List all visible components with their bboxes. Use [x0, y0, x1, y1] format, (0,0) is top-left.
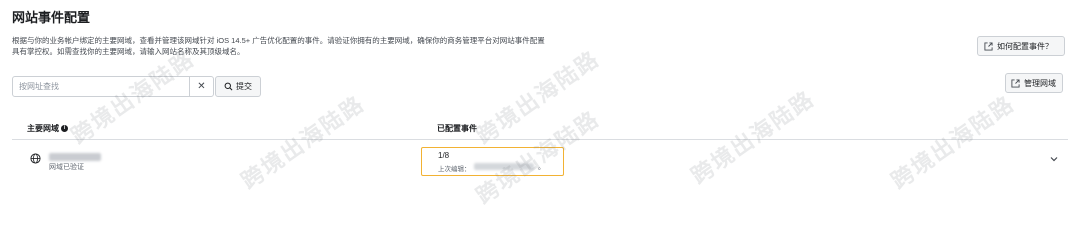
submit-button[interactable]: 提交	[215, 76, 261, 97]
clear-search-button[interactable]: ✕	[189, 77, 213, 96]
manage-domains-button[interactable]: 管理网域	[1005, 73, 1063, 93]
search-icon	[224, 82, 233, 91]
description-line-2: 具有掌控权。如需查找你的主要网域，请输入网站名称及其顶级域名。	[12, 47, 245, 56]
page: 网站事件配置 根据与你的业务帐户绑定的主要网域，查看并管理该网域针对 iOS 1…	[0, 0, 1080, 236]
column-header-domain-label: 主要网域	[27, 124, 59, 133]
close-icon: ✕	[197, 81, 206, 92]
page-description: 根据与你的业务帐户绑定的主要网域，查看并管理该网域针对 iOS 14.5+ 广告…	[12, 35, 612, 57]
column-header-events-label: 已配置事件	[437, 124, 477, 133]
page-title: 网站事件配置	[12, 10, 91, 25]
events-count: 1/8	[438, 151, 450, 160]
domain-name-redacted	[49, 153, 101, 161]
external-link-icon	[984, 41, 993, 51]
column-header-domain: 主要网域 i	[27, 123, 68, 134]
search-box: ✕	[12, 76, 214, 97]
manage-domains-label: 管理网域	[1024, 78, 1056, 88]
external-link-icon	[1011, 78, 1020, 88]
info-icon[interactable]: i	[61, 125, 68, 132]
table-header: 主要网域 i 已配置事件	[12, 116, 1068, 140]
description-line-1: 根据与你的业务帐户绑定的主要网域，查看并管理该网域针对 iOS 14.5+ 广告…	[12, 36, 545, 45]
domain-status: 网域已验证	[49, 164, 84, 171]
last-edit-value-redacted	[474, 163, 534, 170]
chevron-down-icon[interactable]	[1048, 153, 1060, 165]
submit-label: 提交	[236, 82, 252, 91]
search-input[interactable]	[13, 77, 189, 96]
last-edit-label: 上次编辑：	[438, 166, 471, 173]
globe-icon	[30, 153, 41, 164]
column-header-events: 已配置事件	[437, 123, 477, 134]
how-to-configure-label: 如何配置事件？	[997, 41, 1053, 51]
last-edit-suffix: 。	[538, 164, 545, 171]
table-row[interactable]: 网域已验证 1/8 上次编辑： 。	[12, 141, 1068, 183]
how-to-configure-button[interactable]: 如何配置事件？	[977, 36, 1065, 56]
configured-events-cell: 1/8 上次编辑： 。	[421, 147, 564, 176]
